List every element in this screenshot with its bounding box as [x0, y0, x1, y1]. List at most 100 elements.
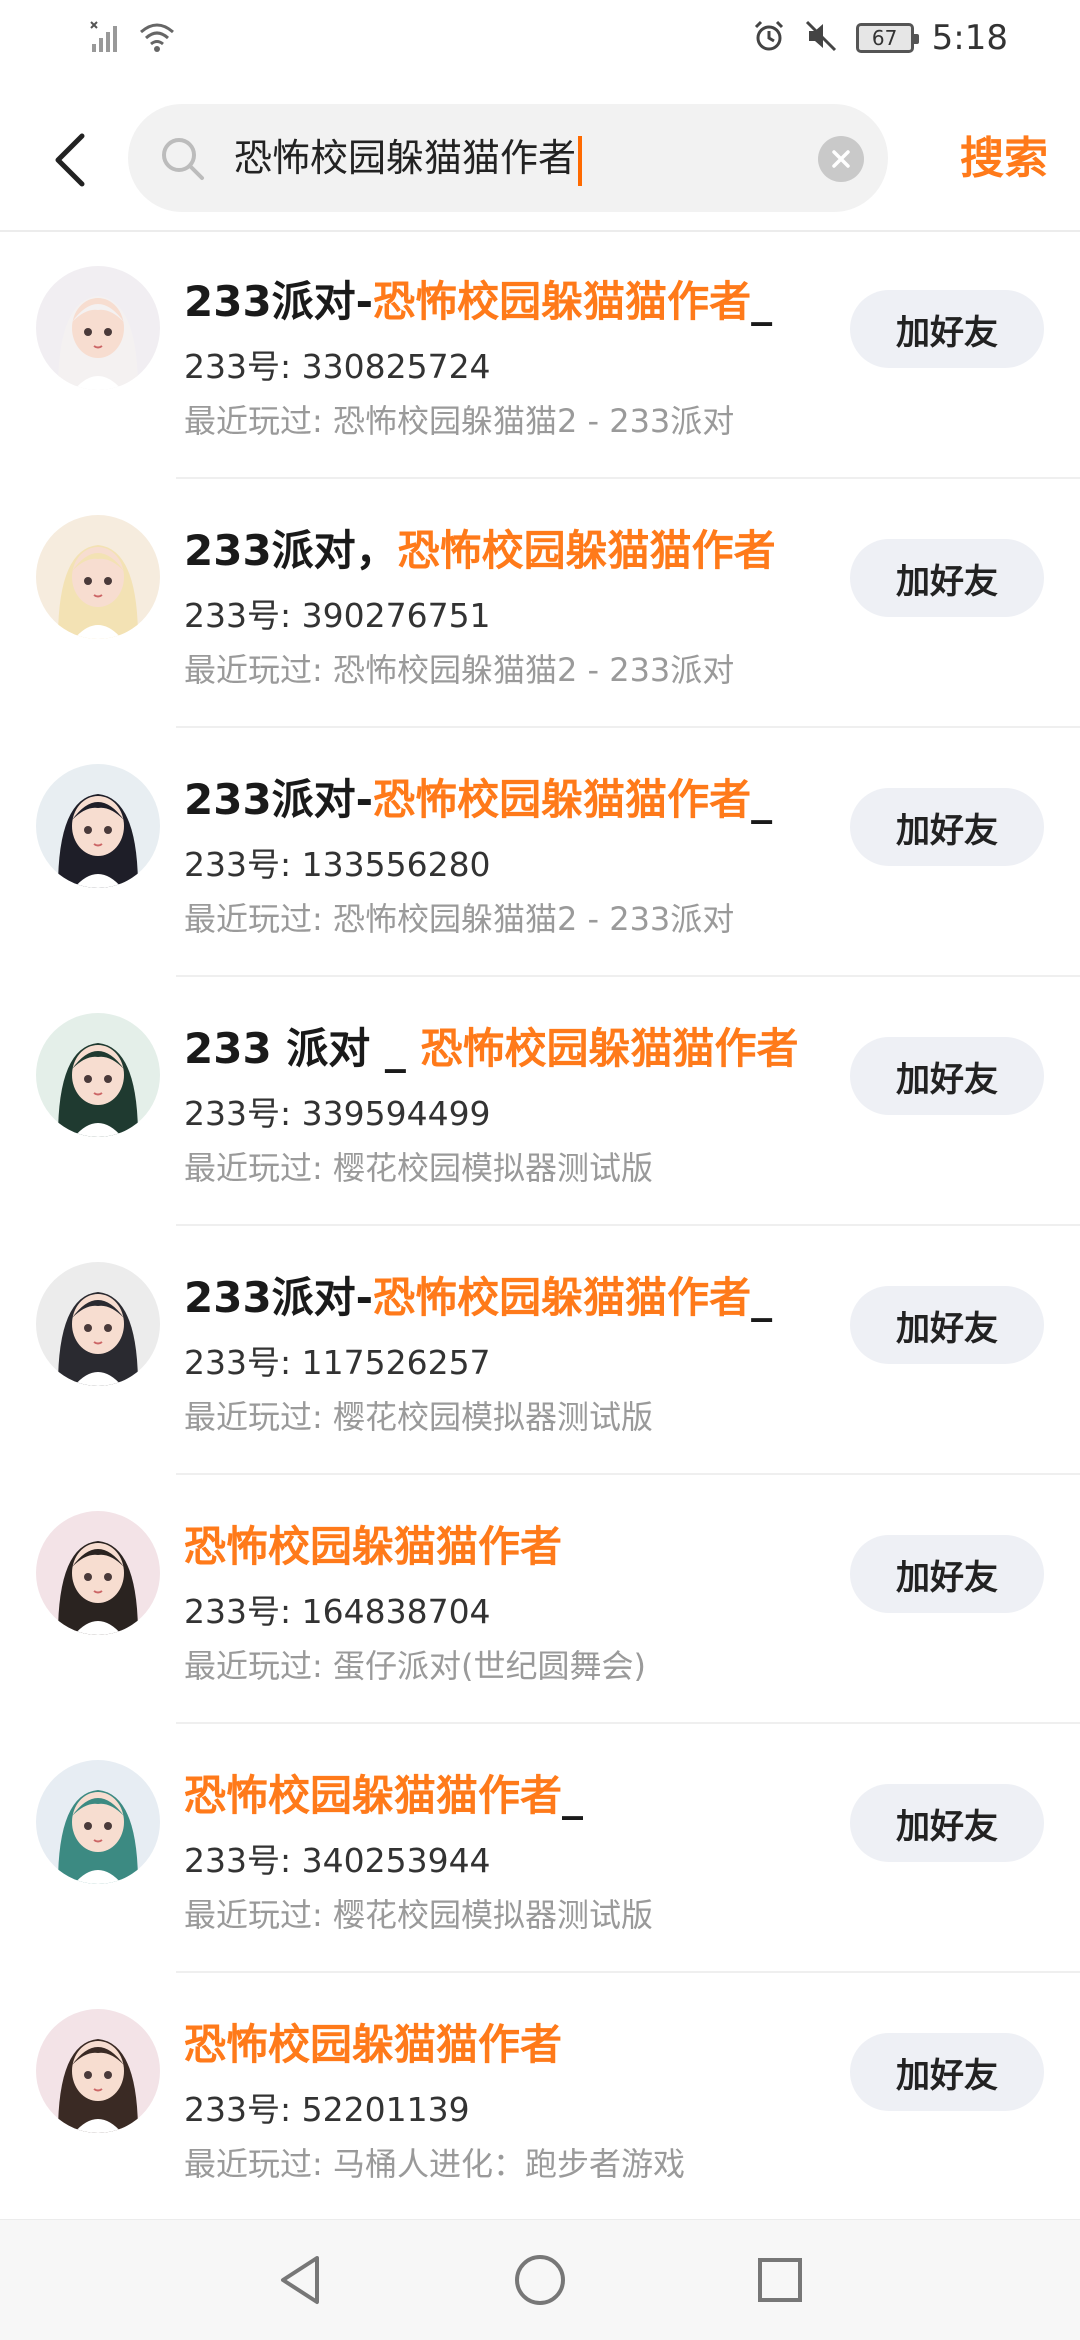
nav-home-button[interactable] — [510, 2250, 570, 2310]
nav-recent-button[interactable] — [750, 2250, 810, 2310]
search-query-text: 恐怖校园躲猫猫作者 — [234, 136, 577, 180]
close-icon — [832, 150, 850, 168]
clock: 5:18 — [931, 18, 1008, 58]
user-result-row[interactable]: 233派对-恐怖校园躲猫猫作者_ 233号: 330825724 最近玩过: 恐… — [0, 230, 1080, 479]
user-id: 233号: 164838704 — [184, 1592, 491, 1631]
user-name[interactable]: 233派对，恐怖校园躲猫猫作者 — [184, 517, 776, 578]
avatar-character-image — [58, 296, 138, 390]
user-name-highlight: 恐怖校园躲猫猫作者 — [420, 1024, 799, 1073]
user-result-row[interactable]: 恐怖校园躲猫猫作者_ 233号: 340253944 最近玩过: 樱花校园模拟器… — [0, 1724, 1080, 1973]
user-name-suffix: _ — [751, 775, 773, 824]
user-name-prefix: 233派对- — [184, 775, 374, 824]
user-result-row[interactable]: 恐怖校园躲猫猫作者 233号: 164838704 最近玩过: 蛋仔派对(世纪圆… — [0, 1475, 1080, 1724]
user-name[interactable]: 233派对-恐怖校园躲猫猫作者_ — [184, 1264, 772, 1325]
user-name[interactable]: 恐怖校园躲猫猫作者_ — [184, 1762, 583, 1823]
user-name-prefix: 233 派对 _ — [184, 1024, 421, 1073]
user-name-prefix: 233派对- — [184, 277, 374, 326]
user-name-highlight: 恐怖校园躲猫猫作者 — [184, 2020, 563, 2069]
user-id: 233号: 52201139 — [184, 2090, 470, 2129]
avatar[interactable] — [36, 1511, 160, 1635]
mute-icon — [804, 19, 838, 57]
avatar-character-image — [58, 1541, 138, 1635]
avatar[interactable] — [36, 764, 160, 888]
search-query[interactable]: 恐怖校园躲猫猫作者 — [234, 104, 583, 212]
user-name-highlight: 恐怖校园躲猫猫作者 — [184, 1771, 563, 1820]
square-recent-icon — [758, 2258, 802, 2302]
user-id: 233号: 330825724 — [184, 347, 491, 386]
user-name-highlight: 恐怖校园躲猫猫作者 — [373, 277, 752, 326]
user-name-suffix: _ — [562, 1771, 584, 1820]
avatar-character-image — [58, 545, 138, 639]
user-name-suffix: _ — [751, 277, 773, 326]
recently-played: 最近玩过: 樱花校园模拟器测试版 — [184, 1149, 653, 1187]
avatar[interactable] — [36, 266, 160, 390]
user-name-highlight: 恐怖校园躲猫猫作者 — [373, 775, 752, 824]
clear-search-button[interactable] — [818, 136, 864, 182]
search-input[interactable]: 恐怖校园躲猫猫作者 — [128, 104, 888, 212]
user-name-prefix: 233派对- — [184, 1273, 374, 1322]
status-bar: 67 5:18 — [0, 0, 1080, 84]
text-caret — [578, 135, 583, 186]
status-right: 67 5:18 — [752, 18, 1008, 58]
battery-indicator: 67 — [855, 23, 919, 53]
add-friend-button[interactable]: 加好友 — [850, 1784, 1044, 1862]
user-id: 233号: 339594499 — [184, 1094, 491, 1133]
add-friend-button[interactable]: 加好友 — [850, 2033, 1044, 2111]
chevron-left-icon — [55, 133, 85, 187]
search-submit-button[interactable]: 搜索 — [960, 114, 1048, 204]
avatar-character-image — [58, 2039, 138, 2133]
user-name[interactable]: 恐怖校园躲猫猫作者 — [184, 1513, 562, 1574]
user-id: 233号: 117526257 — [184, 1343, 491, 1382]
user-result-row[interactable]: 恐怖校园躲猫猫作者 233号: 52201139 最近玩过: 马桶人进化：跑步者… — [0, 1973, 1080, 2222]
avatar[interactable] — [36, 2009, 160, 2133]
wifi-icon — [138, 20, 176, 58]
circle-home-icon — [515, 2255, 565, 2305]
recently-played: 最近玩过: 恐怖校园躲猫猫2 - 233派对 — [184, 900, 735, 938]
avatar[interactable] — [36, 515, 160, 639]
recently-played: 最近玩过: 樱花校园模拟器测试版 — [184, 1398, 653, 1436]
user-id: 233号: 390276751 — [184, 596, 491, 635]
avatar-character-image — [58, 1043, 138, 1137]
avatar-character-image — [58, 1790, 138, 1884]
search-icon — [162, 138, 204, 180]
user-name-suffix: _ — [751, 1273, 773, 1322]
signal-icon — [90, 20, 124, 58]
user-name-highlight: 恐怖校园躲猫猫作者 — [397, 526, 776, 575]
system-nav-bar — [0, 2219, 1080, 2340]
alarm-icon — [752, 19, 786, 57]
avatar-character-image — [58, 1292, 138, 1386]
user-name-highlight: 恐怖校园躲猫猫作者 — [184, 1522, 563, 1571]
user-id: 233号: 133556280 — [184, 845, 491, 884]
status-left — [90, 20, 176, 58]
add-friend-button[interactable]: 加好友 — [850, 1037, 1044, 1115]
recently-played: 最近玩过: 蛋仔派对(世纪圆舞会) — [184, 1647, 646, 1685]
user-name[interactable]: 233派对-恐怖校园躲猫猫作者_ — [184, 268, 772, 329]
recently-played: 最近玩过: 恐怖校园躲猫猫2 - 233派对 — [184, 402, 735, 440]
nav-back-button[interactable] — [270, 2250, 330, 2310]
user-id: 233号: 340253944 — [184, 1841, 491, 1880]
avatar[interactable] — [36, 1013, 160, 1137]
recently-played: 最近玩过: 马桶人进化：跑步者游戏 — [184, 2145, 685, 2183]
add-friend-button[interactable]: 加好友 — [850, 290, 1044, 368]
add-friend-button[interactable]: 加好友 — [850, 788, 1044, 866]
search-header: 恐怖校园躲猫猫作者 搜索 — [0, 84, 1080, 232]
triangle-back-icon — [281, 2256, 319, 2304]
user-result-row[interactable]: 233派对-恐怖校园躲猫猫作者_ 233号: 133556280 最近玩过: 恐… — [0, 728, 1080, 977]
avatar[interactable] — [36, 1262, 160, 1386]
user-name[interactable]: 恐怖校园躲猫猫作者 — [184, 2011, 562, 2072]
user-name-highlight: 恐怖校园躲猫猫作者 — [373, 1273, 752, 1322]
user-result-row[interactable]: 233派对，恐怖校园躲猫猫作者 233号: 390276751 最近玩过: 恐怖… — [0, 479, 1080, 728]
avatar-character-image — [58, 794, 138, 888]
avatar[interactable] — [36, 1760, 160, 1884]
user-name[interactable]: 233 派对 _ 恐怖校园躲猫猫作者 — [184, 1015, 799, 1076]
user-name-prefix: 233派对， — [184, 526, 398, 575]
recently-played: 最近玩过: 樱花校园模拟器测试版 — [184, 1896, 653, 1934]
user-result-row[interactable]: 233 派对 _ 恐怖校园躲猫猫作者 233号: 339594499 最近玩过:… — [0, 977, 1080, 1226]
add-friend-button[interactable]: 加好友 — [850, 1535, 1044, 1613]
user-result-row[interactable]: 233派对-恐怖校园躲猫猫作者_ 233号: 117526257 最近玩过: 樱… — [0, 1226, 1080, 1475]
add-friend-button[interactable]: 加好友 — [850, 1286, 1044, 1364]
add-friend-button[interactable]: 加好友 — [850, 539, 1044, 617]
back-button[interactable] — [40, 120, 100, 200]
user-name[interactable]: 233派对-恐怖校园躲猫猫作者_ — [184, 766, 772, 827]
recently-played: 最近玩过: 恐怖校园躲猫猫2 - 233派对 — [184, 651, 735, 689]
